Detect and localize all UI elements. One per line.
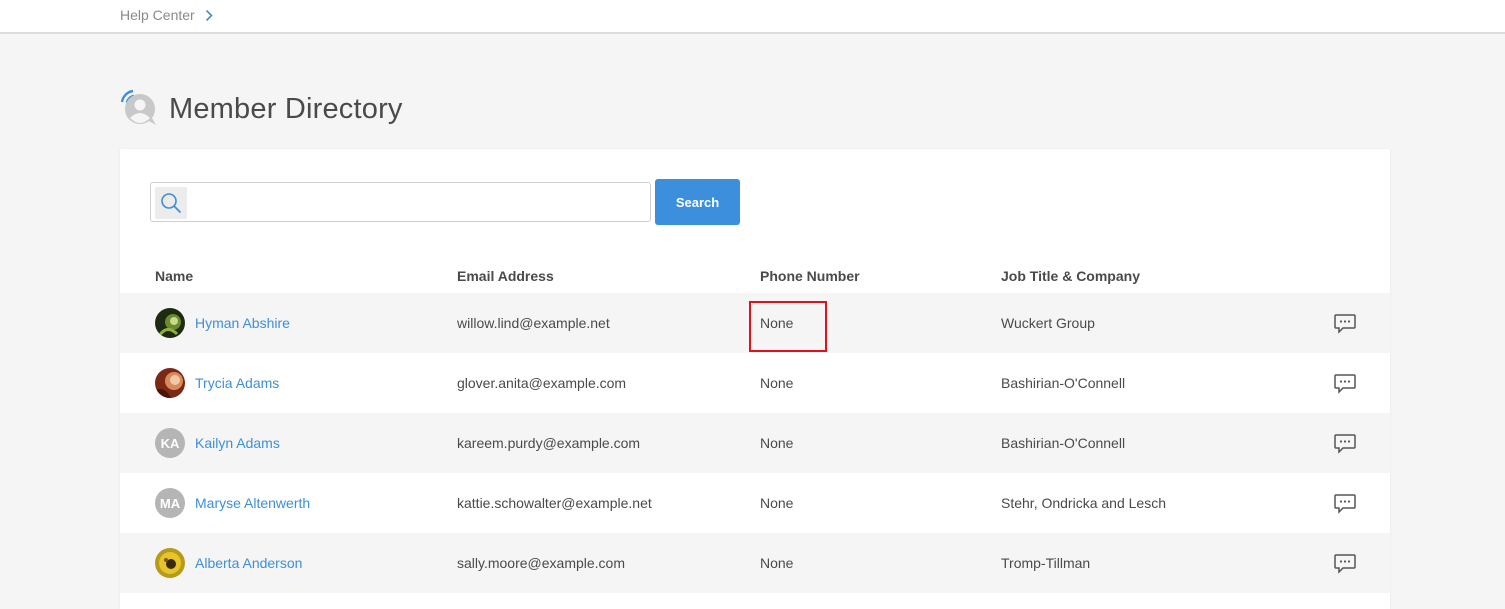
breadcrumb[interactable]: Help Center <box>120 7 213 23</box>
message-icon[interactable] <box>1333 373 1357 395</box>
top-bar: Help Center <box>0 0 1505 34</box>
avatar[interactable] <box>155 548 185 578</box>
search-input[interactable] <box>191 185 646 219</box>
member-name-link[interactable]: Alberta Anderson <box>195 555 302 571</box>
page-header: Member Directory <box>119 88 403 131</box>
message-icon[interactable] <box>1333 313 1357 335</box>
member-job: Stehr, Ondricka and Lesch <box>1001 495 1166 511</box>
directory-card: Search Name Email Address Phone Number J… <box>120 149 1390 609</box>
breadcrumb-help-center[interactable]: Help Center <box>120 7 195 23</box>
member-job: Bashirian-O'Connell <box>1001 375 1126 391</box>
table-row: Alberta Anderson sally.moore@example.com… <box>120 533 1390 593</box>
avatar[interactable] <box>155 308 185 338</box>
member-phone: None <box>760 495 794 511</box>
member-job: Tromp-Tillman <box>1001 555 1091 571</box>
member-email: sally.moore@example.com <box>457 555 626 571</box>
message-icon[interactable] <box>1333 433 1357 455</box>
header-job[interactable]: Job Title & Company <box>1001 268 1140 284</box>
search-icon <box>155 187 187 219</box>
member-phone: None <box>760 315 794 331</box>
member-job: Wuckert Group <box>1001 315 1095 331</box>
member-name-link[interactable]: Kailyn Adams <box>195 435 280 451</box>
chevron-right-icon <box>205 9 213 22</box>
member-name-link[interactable]: Trycia Adams <box>195 375 279 391</box>
message-icon[interactable] <box>1333 493 1357 515</box>
search-box[interactable] <box>150 182 651 222</box>
member-email: willow.lind@example.net <box>457 315 610 331</box>
table-header: Name Email Address Phone Number Job Titl… <box>120 255 1390 293</box>
avatar[interactable]: KA <box>155 428 185 458</box>
page-title: Member Directory <box>169 93 403 125</box>
member-phone: None <box>760 435 794 451</box>
member-directory-icon <box>119 88 157 131</box>
table-row: Hyman Abshire willow.lind@example.net No… <box>120 293 1390 353</box>
message-icon[interactable] <box>1333 553 1357 575</box>
member-phone: None <box>760 555 794 571</box>
table-row: MA Maryse Altenwerth kattie.schowalter@e… <box>120 473 1390 533</box>
avatar[interactable]: MA <box>155 488 185 518</box>
table-row: Trycia Adams glover.anita@example.com No… <box>120 353 1390 413</box>
member-list: Hyman Abshire willow.lind@example.net No… <box>120 293 1390 593</box>
header-phone[interactable]: Phone Number <box>760 268 860 284</box>
table-row: KA Kailyn Adams kareem.purdy@example.com… <box>120 413 1390 473</box>
member-phone: None <box>760 375 794 391</box>
member-name-link[interactable]: Hyman Abshire <box>195 315 290 331</box>
header-email[interactable]: Email Address <box>457 268 554 284</box>
member-name-link[interactable]: Maryse Altenwerth <box>195 495 310 511</box>
member-email: glover.anita@example.com <box>457 375 627 391</box>
member-email: kattie.schowalter@example.net <box>457 495 652 511</box>
member-email: kareem.purdy@example.com <box>457 435 641 451</box>
header-name[interactable]: Name <box>155 268 193 284</box>
member-job: Bashirian-O'Connell <box>1001 435 1126 451</box>
avatar[interactable] <box>155 368 185 398</box>
search-button[interactable]: Search <box>655 179 740 225</box>
